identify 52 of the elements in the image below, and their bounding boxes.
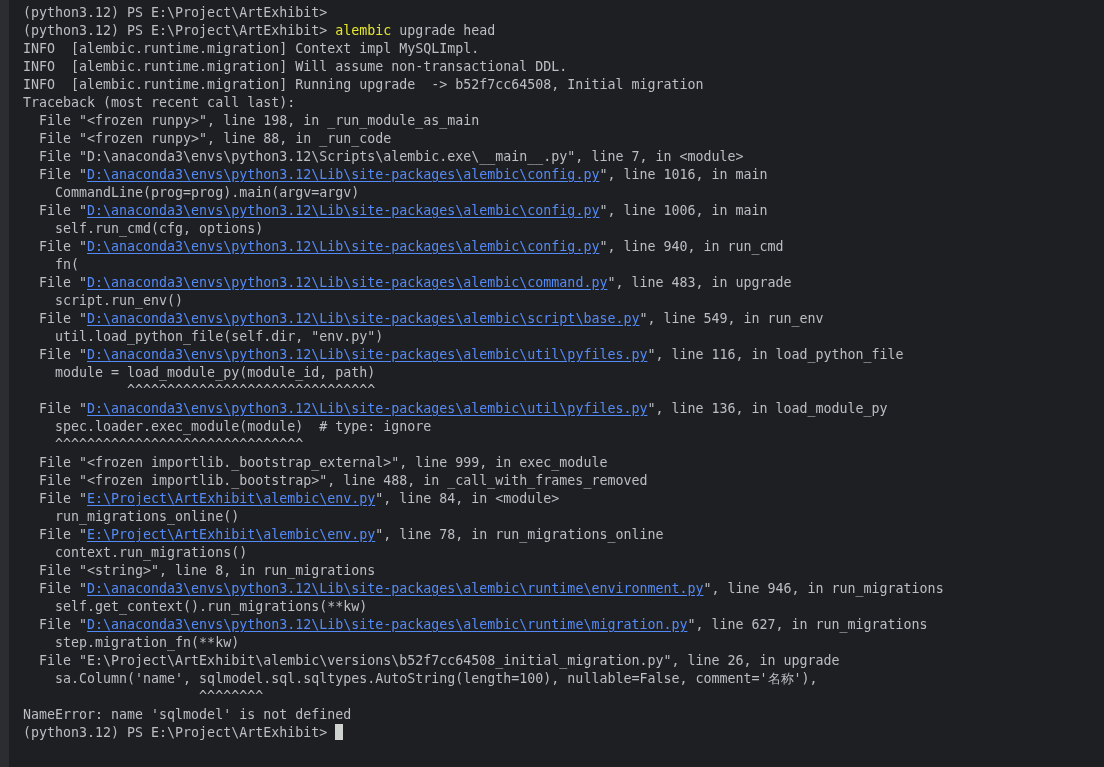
terminal-line: spec.loader.exec_module(module) # type: ignore xyxy=(54,418,432,436)
terminal-line: module = load_module_py(module_id, path) xyxy=(54,364,376,382)
terminal-line: ^^^^^^^^ xyxy=(198,688,264,706)
terminal-line: context.run_migrations() xyxy=(54,544,248,562)
file-link[interactable]: D:\anaconda3\envs\python3.12\Lib\site-packages\alembic\config.py xyxy=(87,239,600,254)
terminal-line: step.migration_fn(**kw) xyxy=(54,634,240,652)
terminal-line: File "<frozen importlib._bootstrap_external>", line 999, in exec_module xyxy=(38,454,608,472)
terminal-line: (python3.12) PS E:\Project\ArtExhibit> xyxy=(23,724,329,742)
terminal-line: File "D:\anaconda3\envs\python3.12\Scripts\alembic.exe\__main__.py", line 7, in <module> xyxy=(38,148,744,166)
terminal-line: script.run_env() xyxy=(54,292,184,310)
terminal-line: File "E:\Project\ArtExhibit\alembic\env.py", line 84, in <module> xyxy=(38,490,560,508)
file-link[interactable]: D:\anaconda3\envs\python3.12\Lib\site-packages\alembic\script\base.py xyxy=(87,311,640,326)
terminal-line: (python3.12) PS E:\Project\ArtExhibit> alembic upgrade head xyxy=(23,22,496,40)
terminal-line: File "<string>", line 8, in run_migrations xyxy=(38,562,376,580)
terminal-line: File "D:\anaconda3\envs\python3.12\Lib\site-packages\alembic\util\pyfiles.py", line 136, in load_module_py xyxy=(38,400,888,418)
terminal-line: File "D:\anaconda3\envs\python3.12\Lib\site-packages\alembic\runtime\migration.py", line 627, in run_migrations xyxy=(38,616,928,634)
file-link[interactable]: D:\anaconda3\envs\python3.12\Lib\site-packages\alembic\runtime\migration.py xyxy=(87,617,688,632)
file-link[interactable]: E:\Project\ArtExhibit\alembic\env.py xyxy=(87,527,376,542)
terminal-line: File "<frozen runpy>", line 198, in _run_module_as_main xyxy=(38,112,480,130)
terminal-line: run_migrations_online() xyxy=(54,508,240,526)
terminal-line: File "<frozen importlib._bootstrap>", line 488, in _call_with_frames_removed xyxy=(38,472,648,490)
terminal-line: ^^^^^^^^^^^^^^^^^^^^^^^^^^^^^^^ xyxy=(126,382,376,400)
terminal-line: File "D:\anaconda3\envs\python3.12\Lib\site-packages\alembic\util\pyfiles.py", line 116, in load_python_file xyxy=(38,346,904,364)
terminal-line: util.load_python_file(self.dir, "env.py") xyxy=(54,328,384,346)
terminal-line: INFO [alembic.runtime.migration] Will assume non-transactional DDL. xyxy=(23,58,568,76)
terminal-line: File "E:\Project\ArtExhibit\alembic\env.py", line 78, in run_migrations_online xyxy=(38,526,664,544)
terminal-line: INFO [alembic.runtime.migration] Running upgrade -> b52f7cc64508, Initial migration xyxy=(23,76,704,94)
terminal-line: CommandLine(prog=prog).main(argv=argv) xyxy=(54,184,360,202)
file-link[interactable]: D:\anaconda3\envs\python3.12\Lib\site-packages\alembic\config.py xyxy=(87,167,600,182)
terminal-line: sa.Column('name', sqlmodel.sql.sqltypes.AutoString(length=100), nullable=False, comment='名称'), xyxy=(54,670,818,688)
file-link[interactable]: E:\Project\ArtExhibit\alembic\env.py xyxy=(87,491,376,506)
terminal-line: fn( xyxy=(54,256,80,274)
terminal-line: File "D:\anaconda3\envs\python3.12\Lib\site-packages\alembic\runtime\environment.py", line 946, in run_migrations xyxy=(38,580,944,598)
terminal-line: self.run_cmd(cfg, options) xyxy=(54,220,264,238)
terminal-line: ^^^^^^^^^^^^^^^^^^^^^^^^^^^^^^^ xyxy=(54,436,304,454)
terminal-line: File "<frozen runpy>", line 88, in _run_code xyxy=(38,130,392,148)
file-link[interactable]: D:\anaconda3\envs\python3.12\Lib\site-packages\alembic\command.py xyxy=(87,275,608,290)
terminal-line: self.get_context().run_migrations(**kw) xyxy=(54,598,368,616)
terminal-line: File "D:\anaconda3\envs\python3.12\Lib\site-packages\alembic\config.py", line 1006, in main xyxy=(38,202,768,220)
terminal-line: NameError: name 'sqlmodel' is not defined xyxy=(23,706,352,724)
terminal-line: File "D:\anaconda3\envs\python3.12\Lib\site-packages\alembic\config.py", line 1016, in main xyxy=(38,166,768,184)
terminal-line: File "D:\anaconda3\envs\python3.12\Lib\site-packages\alembic\config.py", line 940, in run_cmd xyxy=(38,238,784,256)
terminal-line: INFO [alembic.runtime.migration] Context impl MySQLImpl. xyxy=(23,40,480,58)
terminal-line: File "E:\Project\ArtExhibit\alembic\versions\b52f7cc64508_initial_migration.py", line 26, in upgrade xyxy=(38,652,840,670)
terminal-line: Traceback (most recent call last): xyxy=(23,94,296,112)
terminal-line: File "D:\anaconda3\envs\python3.12\Lib\site-packages\alembic\command.py", line 483, in upgrade xyxy=(38,274,792,292)
file-link[interactable]: D:\anaconda3\envs\python3.12\Lib\site-packages\alembic\config.py xyxy=(87,203,600,218)
file-link[interactable]: D:\anaconda3\envs\python3.12\Lib\site-packages\alembic\util\pyfiles.py xyxy=(87,347,648,362)
terminal-line: File "D:\anaconda3\envs\python3.12\Lib\site-packages\alembic\script\base.py", line 549, in run_env xyxy=(38,310,824,328)
file-link[interactable]: D:\anaconda3\envs\python3.12\Lib\site-packages\alembic\runtime\environment.py xyxy=(87,581,704,596)
terminal-line: (python3.12) PS E:\Project\ArtExhibit> xyxy=(23,4,328,22)
file-link[interactable]: D:\anaconda3\envs\python3.12\Lib\site-packages\alembic\util\pyfiles.py xyxy=(87,401,648,416)
